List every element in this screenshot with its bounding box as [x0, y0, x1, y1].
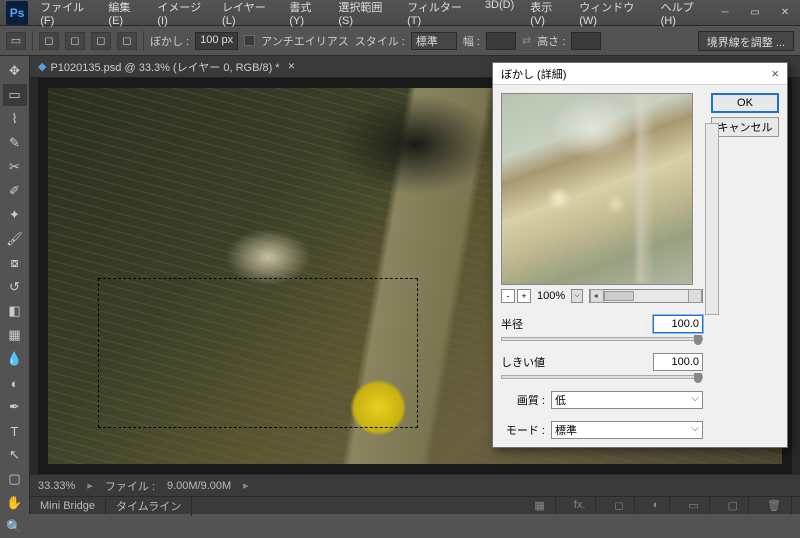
- bottom-panels-bar: Mini Bridge タイムライン ▦ fx. ◻ ◐ ▭ ▢ 🗑: [30, 496, 800, 514]
- menu-file[interactable]: ファイル(F): [34, 0, 98, 30]
- blur-tool-icon[interactable]: 💧: [3, 348, 27, 370]
- feather-label: ぼかし :: [150, 33, 189, 49]
- lasso-tool-icon[interactable]: ⌇: [3, 108, 27, 130]
- style-select[interactable]: 標準: [411, 32, 457, 50]
- menu-filter[interactable]: フィルター(T): [401, 0, 475, 30]
- mask-icon[interactable]: ◻: [604, 497, 634, 514]
- zoom-in-button[interactable]: +: [517, 289, 531, 303]
- close-window-button[interactable]: ✕: [770, 3, 800, 23]
- eyedropper-tool-icon[interactable]: ✐: [3, 180, 27, 202]
- folder-icon[interactable]: ▭: [678, 497, 709, 514]
- selection-marquee: [98, 278, 418, 428]
- refine-edge-button[interactable]: 境界線を調整 ...: [698, 31, 794, 51]
- quality-select[interactable]: 低: [551, 391, 703, 409]
- main-menu: ファイル(F) 編集(E) イメージ(I) レイヤー(L) 書式(Y) 選択範囲…: [34, 0, 710, 30]
- threshold-input[interactable]: [653, 353, 703, 371]
- antialias-checkbox[interactable]: [244, 35, 255, 46]
- trash-icon[interactable]: 🗑: [757, 497, 792, 514]
- new-icon[interactable]: ▢: [718, 497, 749, 514]
- titlebar: Ps ファイル(F) 編集(E) イメージ(I) レイヤー(L) 書式(Y) 選…: [0, 0, 800, 26]
- maximize-button[interactable]: ▭: [740, 3, 770, 23]
- radius-label: 半径: [501, 316, 545, 332]
- file-info-value: 9.00M/9.00M: [167, 480, 231, 492]
- path-select-icon[interactable]: ↖: [3, 444, 27, 466]
- zoom-tool-icon[interactable]: 🔍: [3, 516, 27, 538]
- mode-select[interactable]: 標準: [551, 421, 703, 439]
- menu-3d[interactable]: 3D(D): [479, 0, 520, 30]
- pen-tool-icon[interactable]: ✒: [3, 396, 27, 418]
- radius-input[interactable]: [653, 315, 703, 333]
- dialog-title: ぼかし (詳細): [501, 66, 566, 82]
- options-bar: ▭ ◻ ◻ ◻ ◻ ぼかし : 100 px アンチエイリアス スタイル : 標…: [0, 26, 800, 56]
- healing-tool-icon[interactable]: ✦: [3, 204, 27, 226]
- shape-tool-icon[interactable]: ▢: [3, 468, 27, 490]
- subtract-selection-icon[interactable]: ◻: [91, 32, 111, 50]
- window-controls: ─ ▭ ✕: [710, 3, 800, 23]
- preview-vscroll[interactable]: [705, 123, 719, 315]
- menu-select[interactable]: 選択範囲(S): [332, 0, 397, 30]
- quality-label: 画質 :: [501, 392, 545, 408]
- mode-label: モード :: [501, 422, 545, 438]
- gradient-tool-icon[interactable]: ▦: [3, 324, 27, 346]
- timeline-tab[interactable]: タイムライン: [106, 496, 192, 516]
- intersect-selection-icon[interactable]: ◻: [117, 32, 137, 50]
- file-info-label: ファイル :: [105, 478, 155, 494]
- mini-bridge-tab[interactable]: Mini Bridge: [30, 498, 106, 514]
- dodge-tool-icon[interactable]: ◐: [3, 372, 27, 394]
- quick-select-tool-icon[interactable]: ✎: [3, 132, 27, 154]
- fx-icon[interactable]: fx.: [564, 497, 597, 513]
- threshold-slider[interactable]: [501, 375, 703, 379]
- menu-window[interactable]: ウィンドウ(W): [573, 0, 650, 30]
- dialog-close-icon[interactable]: ×: [771, 66, 779, 81]
- hand-tool-icon[interactable]: ✋: [3, 492, 27, 514]
- eraser-tool-icon[interactable]: ◧: [3, 300, 27, 322]
- new-selection-icon[interactable]: ◻: [39, 32, 59, 50]
- zoom-level[interactable]: 33.33%: [38, 480, 75, 492]
- menu-type[interactable]: 書式(Y): [283, 0, 328, 30]
- adjustment-icon[interactable]: ◐: [643, 497, 671, 513]
- move-tool-icon[interactable]: ✥: [3, 60, 27, 82]
- radius-slider[interactable]: [501, 337, 703, 341]
- width-input[interactable]: [486, 32, 516, 50]
- type-tool-icon[interactable]: T: [3, 420, 27, 442]
- zoom-dropdown-icon[interactable]: ⌵: [571, 289, 583, 303]
- brush-tool-icon[interactable]: 🖌: [3, 228, 27, 250]
- marquee-tool-icon[interactable]: ▭: [3, 84, 27, 106]
- app-logo: Ps: [6, 1, 28, 25]
- height-label: 高さ :: [537, 33, 565, 49]
- dialog-titlebar[interactable]: ぼかし (詳細) ×: [493, 63, 787, 85]
- close-tab-icon[interactable]: ✕: [288, 61, 296, 72]
- smart-blur-dialog: ぼかし (詳細) × - + 100% ⌵ ◄► 半径 しきい値 画質 : 低 …: [492, 62, 788, 448]
- preview-image[interactable]: [501, 93, 693, 285]
- menu-edit[interactable]: 編集(E): [102, 0, 147, 30]
- tools-panel: ✥ ▭ ⌇ ✎ ✂ ✐ ✦ 🖌 ⧇ ↺ ◧ ▦ 💧 ◐ ✒ T ↖ ▢ ✋ 🔍: [0, 56, 30, 514]
- cancel-button[interactable]: キャンセル: [711, 117, 779, 137]
- width-label: 幅 :: [463, 33, 480, 49]
- crop-tool-icon[interactable]: ✂: [3, 156, 27, 178]
- height-input[interactable]: [571, 32, 601, 50]
- document-title: P1020135.psd @ 33.3% (レイヤー 0, RGB/8) *: [50, 59, 279, 75]
- status-bar: 33.33% ▸ ファイル : 9.00M/9.00M ▸: [30, 474, 800, 496]
- feather-input[interactable]: 100 px: [195, 32, 238, 50]
- panel-icon[interactable]: ▦: [524, 497, 555, 514]
- threshold-label: しきい値: [501, 354, 545, 370]
- style-label: スタイル :: [355, 33, 405, 49]
- add-selection-icon[interactable]: ◻: [65, 32, 85, 50]
- menu-view[interactable]: 表示(V): [524, 0, 569, 30]
- history-brush-icon[interactable]: ↺: [3, 276, 27, 298]
- stamp-tool-icon[interactable]: ⧇: [3, 252, 27, 274]
- tool-preset-icon[interactable]: ▭: [6, 32, 26, 50]
- menu-help[interactable]: ヘルプ(H): [655, 0, 710, 30]
- minimize-button[interactable]: ─: [710, 3, 740, 23]
- menu-layer[interactable]: レイヤー(L): [216, 0, 279, 30]
- antialias-label: アンチエイリアス: [261, 33, 349, 49]
- preview-zoom-value: 100%: [533, 290, 569, 302]
- menu-image[interactable]: イメージ(I): [151, 0, 212, 30]
- preview-hscroll[interactable]: ◄►: [589, 289, 703, 303]
- ok-button[interactable]: OK: [711, 93, 779, 113]
- zoom-out-button[interactable]: -: [501, 289, 515, 303]
